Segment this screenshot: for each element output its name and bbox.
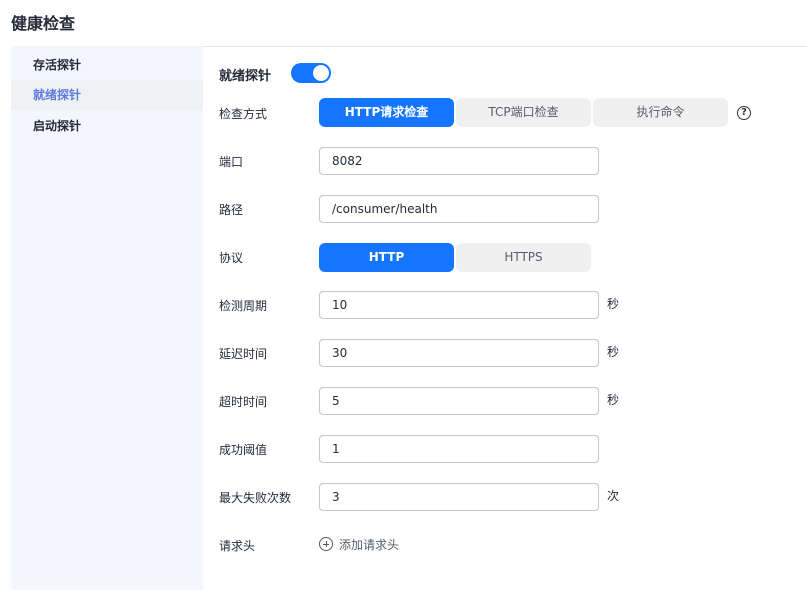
max-failures-input[interactable] bbox=[319, 483, 599, 511]
content-divider bbox=[203, 46, 807, 47]
check-method-command-option[interactable]: 执行命令 bbox=[593, 98, 728, 127]
sidebar-item-liveness-probe[interactable]: 存活探针 bbox=[11, 50, 203, 80]
protocol-label: 协议 bbox=[219, 251, 244, 265]
delay-label: 延迟时间 bbox=[219, 347, 268, 361]
probe-title: 就绪探针 bbox=[219, 69, 272, 84]
period-label: 检测周期 bbox=[219, 299, 268, 313]
sidebar-item-startup-probe[interactable]: 启动探针 bbox=[11, 111, 203, 141]
period-unit: 秒 bbox=[607, 297, 620, 311]
check-method-tcp-option[interactable]: TCP端口检查 bbox=[456, 98, 591, 127]
port-input[interactable] bbox=[319, 147, 599, 175]
success-threshold-input[interactable] bbox=[319, 435, 599, 463]
plus-circle-icon bbox=[319, 537, 333, 551]
max-failures-label: 最大失败次数 bbox=[219, 491, 292, 505]
page-title: 健康检查 bbox=[11, 14, 76, 33]
timeout-input[interactable] bbox=[319, 387, 599, 415]
probe-enable-toggle[interactable] bbox=[291, 63, 331, 83]
question-circle-icon[interactable]: ? bbox=[737, 106, 751, 120]
add-header-button[interactable]: 添加请求头 bbox=[319, 535, 399, 553]
timeout-label: 超时时间 bbox=[219, 395, 268, 409]
period-input[interactable] bbox=[319, 291, 599, 319]
headers-label: 请求头 bbox=[219, 539, 256, 553]
sidebar: 存活探针 就绪探针 启动探针 bbox=[11, 46, 203, 590]
max-failures-unit: 次 bbox=[607, 489, 620, 503]
port-label: 端口 bbox=[219, 155, 244, 169]
path-input[interactable] bbox=[319, 195, 599, 223]
check-method-label: 检查方式 bbox=[219, 107, 268, 121]
sidebar-item-readiness-probe[interactable]: 就绪探针 bbox=[11, 80, 203, 110]
path-label: 路径 bbox=[219, 203, 244, 217]
add-header-label: 添加请求头 bbox=[339, 537, 400, 552]
protocol-http-option[interactable]: HTTP bbox=[319, 243, 454, 272]
timeout-unit: 秒 bbox=[607, 393, 620, 407]
toggle-knob bbox=[313, 65, 329, 81]
check-method-http-option[interactable]: HTTP请求检查 bbox=[319, 98, 454, 127]
protocol-https-option[interactable]: HTTPS bbox=[456, 243, 591, 272]
success-threshold-label: 成功阈值 bbox=[219, 443, 268, 457]
delay-input[interactable] bbox=[319, 339, 599, 367]
delay-unit: 秒 bbox=[607, 345, 620, 359]
